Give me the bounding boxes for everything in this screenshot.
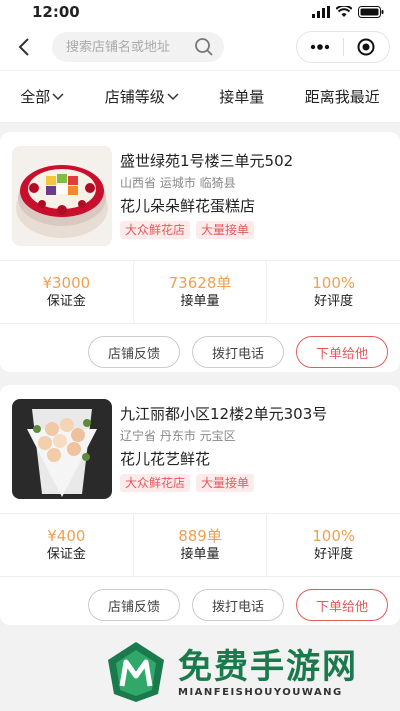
chevron-down-icon	[52, 92, 64, 100]
watermark-logo-icon	[108, 642, 164, 702]
status-time: 12:00	[32, 3, 80, 21]
store-stats: ¥3000 保证金 73628单 接单量 100% 好评度	[0, 260, 400, 324]
store-name: 花儿花艺鲜花	[120, 450, 211, 468]
more-dots-icon	[310, 44, 329, 50]
store-tag: 大量接单	[196, 221, 255, 239]
filter-order-count[interactable]: 接单量	[219, 86, 264, 107]
stat-deposit: ¥400 保证金	[0, 514, 134, 576]
watermark-subtitle: MIANFEISHOUYOUWANG	[178, 686, 343, 698]
watermark-title: 免费手游网	[178, 646, 358, 687]
stat-label: 接单量	[180, 547, 220, 562]
store-actions: 店铺反馈 拨打电话 下单给他	[0, 324, 400, 368]
stat-label: 好评度	[314, 547, 354, 562]
search-icon[interactable]	[194, 37, 214, 57]
feedback-button[interactable]: 店铺反馈	[88, 589, 180, 621]
filter-store-level[interactable]: 店铺等级	[105, 86, 179, 107]
filter-label: 接单量	[219, 88, 265, 106]
filter-label: 店铺等级	[104, 88, 165, 106]
close-mini-program-button[interactable]	[344, 32, 390, 62]
store-tag: 大众鲜花店	[120, 474, 191, 492]
order-button[interactable]: 下单给他	[296, 336, 388, 368]
store-address: 盛世绿苑1号楼三单元502	[120, 152, 294, 170]
mini-program-capsule	[296, 31, 390, 63]
stat-value: 889单	[178, 527, 222, 545]
status-icons	[312, 6, 384, 18]
store-address: 九江丽都小区12楼2单元303号	[120, 405, 328, 423]
stat-rating: 100% 好评度	[267, 261, 400, 323]
store-actions: 店铺反馈 拨打电话 下单给他	[0, 577, 400, 621]
store-region: 辽宁省 丹东市 元宝区	[120, 429, 236, 443]
filter-nearest[interactable]: 距离我最近	[305, 86, 380, 107]
search-bar[interactable]	[52, 32, 224, 62]
nav-bar	[0, 24, 400, 70]
chevron-down-icon	[167, 92, 179, 100]
store-tag: 大众鲜花店	[120, 221, 191, 239]
call-button[interactable]: 拨打电话	[192, 589, 284, 621]
back-button[interactable]	[14, 37, 34, 57]
store-image-cake	[12, 146, 112, 246]
filter-label: 全部	[20, 88, 51, 106]
store-region: 山西省 运城市 临猗县	[120, 176, 236, 190]
filter-bar: 全部 店铺等级 接单量 距离我最近	[0, 71, 400, 123]
order-button[interactable]: 下单给他	[296, 589, 388, 621]
status-bar: 12:00	[0, 0, 400, 24]
stat-value: ¥400	[47, 527, 86, 545]
stat-deposit: ¥3000 保证金	[0, 261, 134, 323]
battery-icon	[358, 6, 384, 18]
store-tags: 大众鲜花店 大量接单	[120, 474, 327, 492]
chevron-left-icon	[18, 38, 29, 56]
store-stats: ¥400 保证金 889单 接单量 100% 好评度	[0, 513, 400, 577]
stat-value: 100%	[312, 274, 356, 292]
stat-orders: 889单 接单量	[134, 514, 268, 576]
filter-all[interactable]: 全部	[20, 86, 64, 107]
target-icon	[357, 38, 375, 56]
store-tags: 大众鲜花店 大量接单	[120, 221, 293, 239]
wifi-icon	[336, 6, 352, 17]
store-name: 花儿朵朵鲜花蛋糕店	[120, 197, 256, 215]
stat-value: 73628单	[168, 274, 232, 292]
watermark: 免费手游网 MIANFEISHOUYOUWANG	[104, 636, 394, 708]
stat-label: 保证金	[46, 547, 86, 562]
stat-label: 接单量	[180, 294, 220, 309]
stat-label: 好评度	[314, 294, 354, 309]
more-button[interactable]	[297, 32, 343, 62]
feedback-button[interactable]: 店铺反馈	[88, 336, 180, 368]
stat-value: 100%	[312, 527, 356, 545]
store-image-bouquet	[12, 399, 112, 499]
stat-label: 保证金	[46, 294, 86, 309]
stat-orders: 73628单 接单量	[134, 261, 268, 323]
filter-label: 距离我最近	[304, 88, 380, 106]
call-button[interactable]: 拨打电话	[192, 336, 284, 368]
search-input[interactable]	[66, 39, 186, 55]
stat-rating: 100% 好评度	[267, 514, 400, 576]
store-tag: 大量接单	[196, 474, 255, 492]
stat-value: ¥3000	[42, 274, 91, 292]
store-card[interactable]: 九江丽都小区12楼2单元303号 辽宁省 丹东市 元宝区 花儿花艺鲜花 大众鲜花…	[0, 385, 400, 625]
signal-icon	[312, 6, 330, 18]
store-card[interactable]: 盛世绿苑1号楼三单元502 山西省 运城市 临猗县 花儿朵朵鲜花蛋糕店 大众鲜花…	[0, 132, 400, 372]
